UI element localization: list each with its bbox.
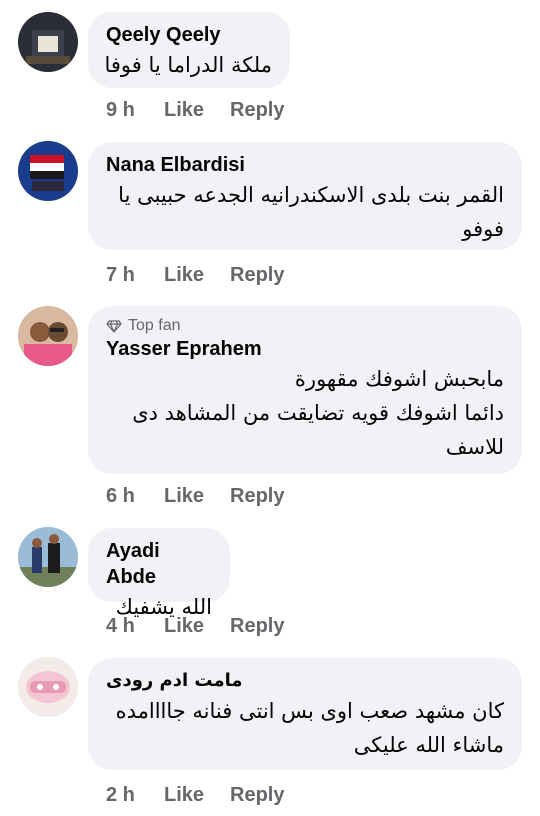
comment-author[interactable]: مامت ادم رودى (106, 668, 504, 694)
reply-button[interactable]: Reply (230, 264, 284, 287)
top-fan-badge: Top fan (106, 316, 504, 336)
diamond-icon (106, 320, 122, 333)
comment-actions: 7 h Like Reply (106, 262, 284, 288)
reply-button[interactable]: Reply (230, 485, 284, 508)
comment-text-line: ماشاء الله عليكى (353, 733, 504, 757)
comment-text-line: للاسف (445, 435, 504, 459)
comment-actions: 4 h Like Reply (106, 613, 284, 639)
reply-button[interactable]: Reply (230, 784, 284, 807)
comment-author[interactable]: Qeely Qeely (106, 22, 272, 48)
comment-text-line: مابحبش اشوفك مقهورة (294, 367, 504, 391)
like-button[interactable]: Like (164, 615, 230, 638)
avatar[interactable] (18, 306, 78, 366)
comment-actions: 2 h Like Reply (106, 782, 284, 808)
reply-button[interactable]: Reply (230, 99, 284, 122)
comment-time[interactable]: 9 h (106, 99, 164, 122)
comment-bubble: Nana Elbardisi القمر بنت بلدى الاسكندران… (88, 142, 522, 250)
comment-bubble: Qeely Qeely ملكة الدراما يا فوفا (88, 12, 290, 88)
avatar[interactable] (18, 657, 78, 717)
avatar[interactable] (18, 141, 78, 201)
comment-actions: 9 h Like Reply (106, 97, 284, 123)
avatar[interactable] (18, 12, 78, 72)
like-button[interactable]: Like (164, 784, 230, 807)
comment-bubble: Top fan Yasser Eprahem مابحبش اشوفك مقهو… (88, 306, 522, 474)
comment-author[interactable]: Ayadi Abde (106, 538, 212, 590)
like-button[interactable]: Like (164, 264, 230, 287)
avatar[interactable] (18, 527, 78, 587)
comment-text-line: فوفو (462, 217, 504, 241)
comment-author[interactable]: Yasser Eprahem (106, 336, 504, 362)
comment-bubble: مامت ادم رودى كان مشهد صعب اوى بس انتى ف… (88, 658, 522, 770)
top-fan-label: Top fan (128, 317, 181, 334)
comment-actions: 6 h Like Reply (106, 483, 284, 509)
like-button[interactable]: Like (164, 485, 230, 508)
comment-time[interactable]: 7 h (106, 264, 164, 287)
comment-time[interactable]: 4 h (106, 615, 164, 638)
comment-author[interactable]: Nana Elbardisi (106, 152, 504, 178)
comment-bubble: Ayadi Abde الله يشفيك (88, 528, 230, 619)
comment-time[interactable]: 6 h (106, 485, 164, 508)
comment-text-line: القمر بنت بلدى الاسكندرانيه الجدعه حبيبى… (118, 183, 504, 207)
comment-text-line: دائما اشوفك قويه تضايقت من المشاهد دى (132, 401, 504, 425)
reply-button[interactable]: Reply (230, 615, 284, 638)
like-button[interactable]: Like (164, 99, 230, 122)
comment-time[interactable]: 2 h (106, 784, 164, 807)
comment-text-line: كان مشهد صعب اوى بس انتى فنانه جاااامده (115, 699, 504, 723)
comment-text-line: ملكة الدراما يا فوفا (104, 53, 272, 77)
